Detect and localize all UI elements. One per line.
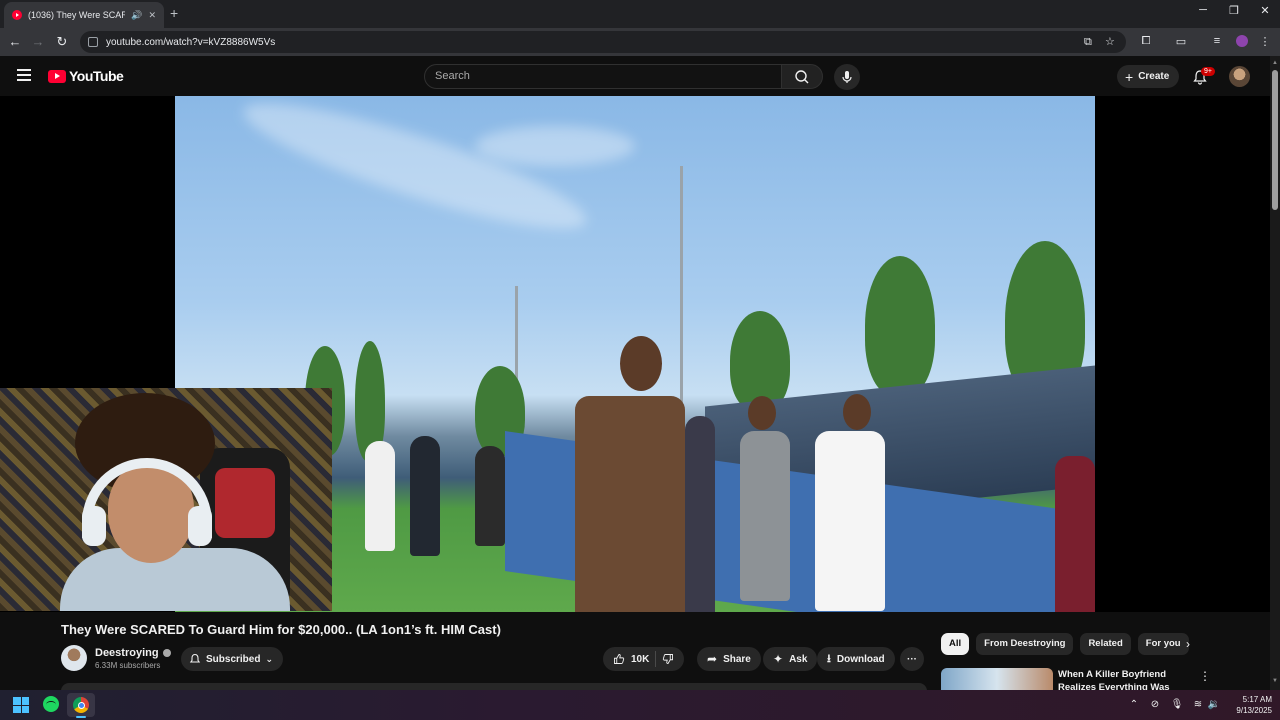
reload-button[interactable]: ↻ (54, 34, 70, 50)
like-count: 10K (631, 653, 650, 665)
bell-icon (189, 653, 201, 663)
like-button[interactable]: 10K (613, 653, 649, 665)
install-app-icon[interactable]: ⧉ (1084, 31, 1092, 53)
subscribed-label: Subscribed (206, 653, 261, 665)
mic-tray-icon[interactable]: 🎙 (1170, 699, 1184, 710)
tab-close-icon[interactable]: ✕ (148, 10, 156, 21)
volume-icon[interactable]: 🔉 (1207, 699, 1221, 710)
user-avatar[interactable] (1229, 66, 1250, 87)
more-actions-button[interactable]: ··· (900, 647, 924, 671)
download-label: Download (836, 653, 885, 665)
microphone-icon (842, 71, 852, 83)
share-label: Share (723, 653, 751, 665)
chevron-right-icon[interactable]: › (1186, 637, 1190, 651)
create-button[interactable]: + Create (1117, 65, 1180, 88)
logo-text: YouTube (69, 68, 124, 84)
search-button[interactable] (781, 64, 823, 89)
chip-related[interactable]: Related (1080, 633, 1131, 655)
network-disabled-icon[interactable]: ⊘ (1148, 699, 1162, 710)
like-divider (655, 651, 657, 667)
webcam-overlay (0, 388, 332, 611)
verified-badge-icon (162, 649, 171, 657)
recommendation-more-icon[interactable]: ⋮ (1199, 669, 1211, 683)
site-info-icon[interactable] (88, 37, 98, 47)
scrollbar-thumb[interactable] (1272, 70, 1278, 210)
browser-menu-icon[interactable]: ⋮ (1258, 35, 1272, 48)
subscribed-button[interactable]: Subscribed ⌄ (181, 647, 284, 671)
tab-title: (1036) They Were SCARED (28, 10, 126, 20)
bookmark-star-icon[interactable]: ☆ (1105, 31, 1115, 53)
clock-time: 5:17 AM (1242, 695, 1272, 704)
browser-tabstrip: (1036) They Were SCARED 🔊 ✕ + ─ ❐ ✕ (0, 0, 1280, 28)
spotify-icon[interactable] (43, 696, 59, 712)
thumbs-down-icon[interactable] (662, 653, 674, 665)
clock-date: 9/13/2025 (1236, 706, 1272, 715)
browser-profile-icon[interactable] (1236, 35, 1248, 47)
more-horizontal-icon: ··· (907, 653, 917, 665)
chip-for-you[interactable]: For you (1137, 633, 1189, 655)
extensions-icon[interactable]: ⧠ (1139, 35, 1153, 48)
video-title: They Were SCARED To Guard Him for $20,00… (61, 622, 501, 637)
plus-icon: + (1125, 68, 1134, 85)
tray-overflow-icon[interactable]: ⌃ (1127, 699, 1141, 710)
like-dislike-group: 10K (603, 647, 685, 671)
address-bar[interactable]: youtube.com/watch?v=kVZ8886W5Vs ⧉ ☆ (80, 31, 1126, 53)
back-button[interactable]: ← (7, 34, 23, 50)
ask-button[interactable]: ✦ Ask (763, 647, 818, 671)
channel-avatar[interactable] (61, 645, 87, 671)
youtube-favicon-icon (12, 10, 22, 20)
windows-taskbar (0, 690, 1280, 720)
menu-icon[interactable] (17, 69, 31, 84)
new-tab-button[interactable]: + (170, 5, 178, 21)
filter-chips: All From Deestroying Related For you (941, 633, 1189, 655)
youtube-header: YouTube Search + Create 9+ (0, 56, 1270, 96)
windows-start-icon[interactable] (13, 697, 29, 713)
share-icon: ➦ (707, 652, 718, 666)
channel-name-link[interactable]: Deestroying (95, 647, 171, 659)
thumbs-up-icon (614, 654, 625, 664)
split-view-icon[interactable]: ▭ (1174, 35, 1188, 48)
system-clock[interactable]: 5:17 AM 9/13/2025 (1226, 694, 1272, 716)
share-button[interactable]: ➦ Share (697, 647, 761, 671)
active-app-indicator (76, 716, 86, 718)
chip-from-deestroying[interactable]: From Deestroying (976, 633, 1074, 655)
subscriber-count: 6.33M subscribers (95, 661, 161, 670)
search-icon (795, 70, 809, 84)
tab-audio-icon[interactable]: 🔊 (131, 10, 142, 21)
browser-tab-active[interactable]: (1036) They Were SCARED 🔊 ✕ (4, 2, 164, 28)
recommendation-thumbnail[interactable] (941, 668, 1053, 690)
media-control-icon[interactable]: ≡ (1210, 35, 1224, 47)
window-close-button[interactable]: ✕ (1255, 4, 1275, 17)
ask-label: Ask (789, 653, 808, 665)
youtube-logo[interactable]: YouTube (48, 68, 124, 84)
minimize-button[interactable]: ─ (1193, 4, 1213, 16)
search-input[interactable]: Search (424, 64, 782, 89)
voice-search-button[interactable] (834, 64, 860, 90)
chevron-down-icon: ⌄ (265, 653, 274, 664)
forward-button[interactable]: → (30, 34, 46, 50)
restore-button[interactable]: ❐ (1224, 4, 1244, 17)
youtube-play-icon (48, 69, 66, 83)
download-icon: ⭳ (827, 652, 831, 665)
create-label: Create (1138, 71, 1170, 82)
channel-name: Deestroying (95, 647, 159, 659)
notification-badge: 9+ (1201, 67, 1215, 76)
scroll-up-arrow-icon[interactable]: ▲ (1272, 60, 1278, 66)
download-button[interactable]: ⭳ Download (817, 647, 895, 671)
browser-toolbar: ← → ↻ youtube.com/watch?v=kVZ8886W5Vs ⧉ … (0, 28, 1280, 56)
scroll-down-arrow-icon[interactable]: ▼ (1272, 678, 1278, 684)
chrome-icon (73, 697, 89, 713)
url-text: youtube.com/watch?v=kVZ8886W5Vs (106, 36, 276, 48)
wifi-icon[interactable]: ≋ (1191, 699, 1205, 710)
sparkle-icon: ✦ (773, 652, 784, 666)
recommendation-title[interactable]: When A Killer Boyfriend Realizes Everyth… (1058, 668, 1178, 690)
chip-all[interactable]: All (941, 633, 970, 655)
